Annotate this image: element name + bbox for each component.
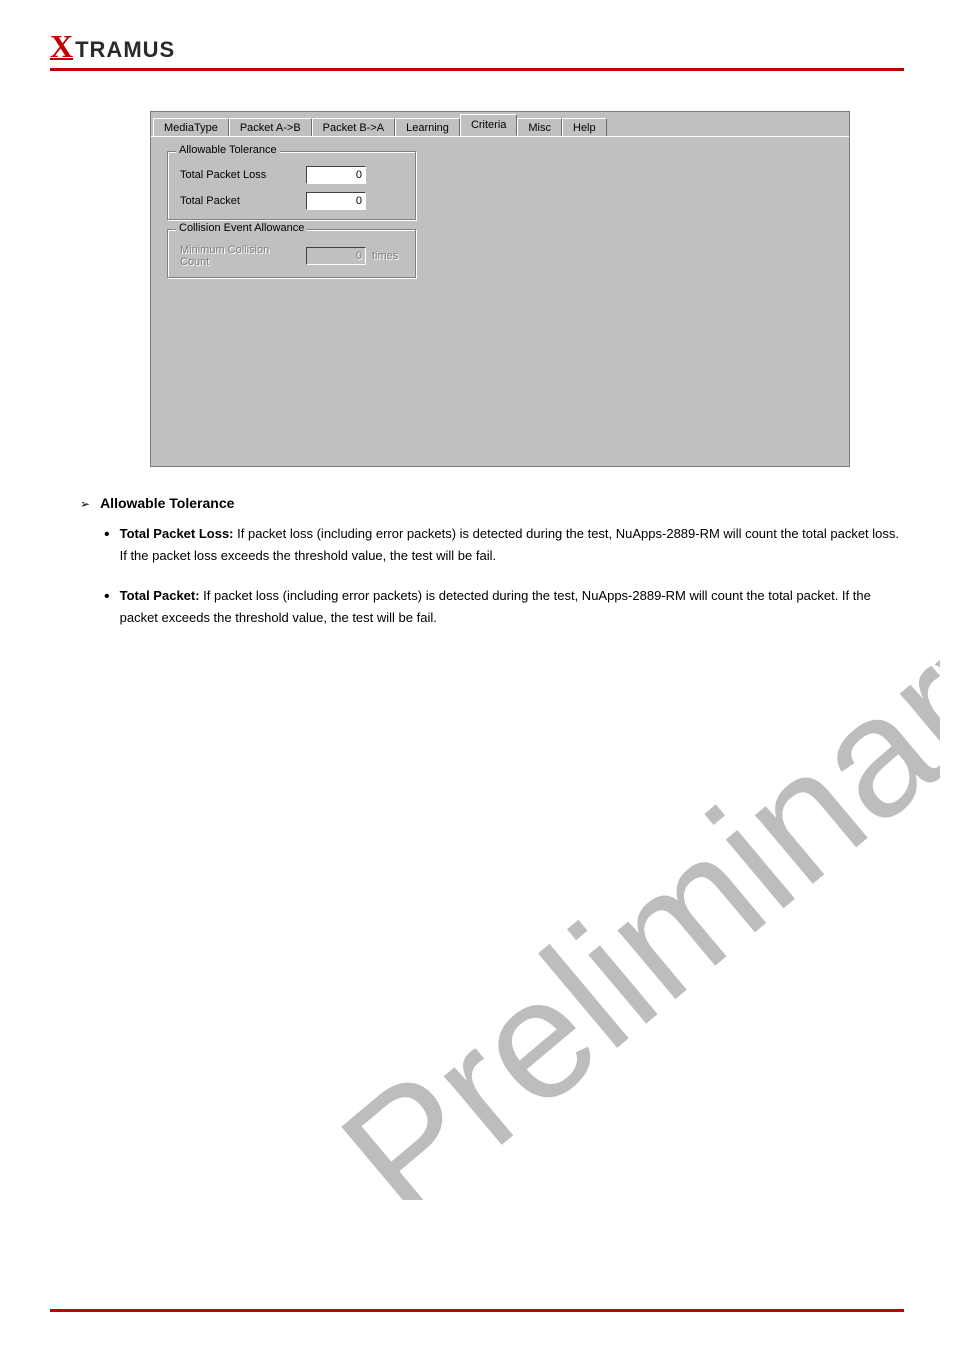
unit-times: times [372, 250, 398, 262]
tab-help[interactable]: Help [562, 118, 607, 137]
group-legend: Collision Event Allowance [176, 222, 307, 234]
arrow-icon: ➢ [80, 497, 90, 511]
tab-body-criteria: Allowable Tolerance Total Packet Loss To… [151, 136, 849, 466]
tab-label: Packet B->A [323, 122, 384, 134]
tab-mediatype[interactable]: MediaType [153, 118, 229, 137]
document-body: ➢ Allowable Tolerance • Total Packet Los… [50, 495, 904, 629]
footer-rule [50, 1309, 904, 1312]
logo-x: X [50, 30, 73, 62]
bullet-total-packet-loss: • Total Packet Loss: If packet loss (inc… [104, 523, 904, 567]
bullet-label: Total Packet: [120, 588, 200, 603]
tab-strip: MediaType Packet A->B Packet B->A Learni… [151, 112, 849, 136]
group-legend: Allowable Tolerance [176, 144, 280, 156]
label-min-collision-count: Minimum Collision Count [180, 244, 300, 268]
tab-packet-a-b[interactable]: Packet A->B [229, 118, 312, 137]
label-total-packet: Total Packet [180, 195, 300, 207]
tab-label: Misc [528, 122, 551, 134]
bullet-text: If packet loss (including error packets)… [120, 588, 871, 625]
settings-panel: MediaType Packet A->B Packet B->A Learni… [150, 111, 850, 467]
group-allowable-tolerance: Allowable Tolerance Total Packet Loss To… [167, 151, 417, 221]
heading-text: Allowable Tolerance [100, 495, 234, 511]
field-row: Total Packet [180, 192, 404, 210]
bullet-body: Total Packet Loss: If packet loss (inclu… [120, 523, 904, 567]
tab-label: Packet A->B [240, 122, 301, 134]
bullet-icon: • [104, 589, 110, 629]
bullet-label: Total Packet Loss: [120, 526, 234, 541]
tab-misc[interactable]: Misc [517, 118, 562, 137]
page-footer [50, 1309, 904, 1318]
bullet-icon: • [104, 527, 110, 567]
bullet-total-packet: • Total Packet: If packet loss (includin… [104, 585, 904, 629]
heading-allowable-tolerance: ➢ Allowable Tolerance [80, 495, 904, 511]
bullet-text: If packet loss (including error packets)… [120, 526, 899, 563]
input-min-collision-count [306, 247, 366, 265]
field-row: Minimum Collision Count times [180, 244, 404, 268]
tab-criteria[interactable]: Criteria [460, 114, 517, 136]
input-total-packet-loss[interactable] [306, 166, 366, 184]
tab-label: Help [573, 122, 596, 134]
label-total-packet-loss: Total Packet Loss [180, 169, 300, 181]
brand-logo: X TRAMUS [50, 30, 904, 62]
tab-learning[interactable]: Learning [395, 118, 460, 137]
tab-packet-b-a[interactable]: Packet B->A [312, 118, 395, 137]
field-row: Total Packet Loss [180, 166, 404, 184]
tab-label: Learning [406, 122, 449, 134]
group-collision-event-allowance: Collision Event Allowance Minimum Collis… [167, 229, 417, 279]
logo-text: TRAMUS [75, 39, 175, 61]
input-total-packet[interactable] [306, 192, 366, 210]
tab-label: Criteria [471, 119, 506, 131]
tab-label: MediaType [164, 122, 218, 134]
bullet-body: Total Packet: If packet loss (including … [120, 585, 904, 629]
